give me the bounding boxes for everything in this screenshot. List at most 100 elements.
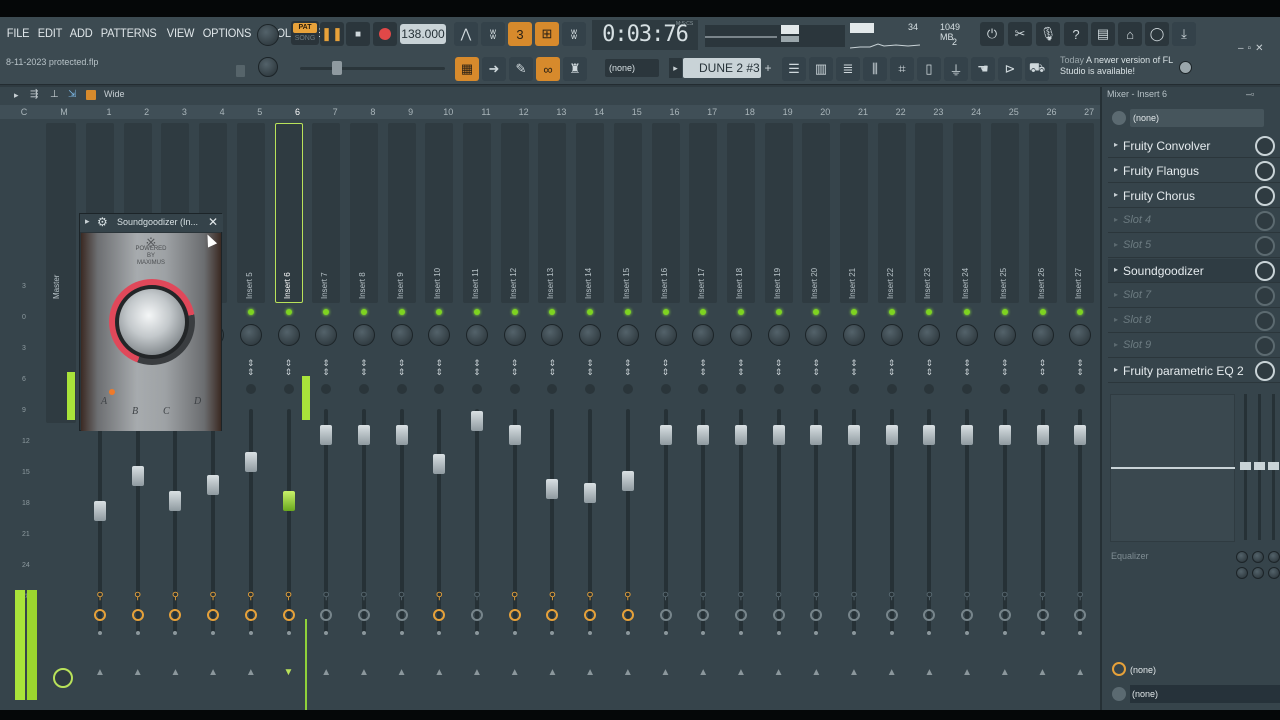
slot-mix-knob[interactable]: [1255, 136, 1275, 156]
stereo-separation-icon[interactable]: ⇕⇕: [773, 359, 785, 377]
record-arm-dot[interactable]: [550, 631, 555, 635]
stereo-separation-icon[interactable]: ⇕⇕: [1037, 359, 1049, 377]
insert-strip[interactable]: Insert 23 ⇕ ⇕ ⚲ ▲: [911, 119, 947, 710]
stereo-separation-icon[interactable]: ⇕⇕: [358, 359, 370, 377]
route-arrow-icon[interactable]: ▲: [1075, 668, 1085, 678]
route-arrow-icon[interactable]: ▲: [434, 668, 444, 678]
mixer-preset-label[interactable]: Wide: [104, 89, 125, 99]
track-number[interactable]: 18: [740, 107, 760, 117]
stereo-separation-icon[interactable]: ⇕⇕: [245, 359, 257, 377]
stereo-knob[interactable]: [660, 384, 671, 394]
pan-knob[interactable]: [1031, 324, 1054, 346]
plugin-mode-d[interactable]: D: [194, 396, 201, 407]
main-volume-knob[interactable]: [257, 24, 279, 46]
plugin-database-button[interactable]: ⌂: [1118, 22, 1142, 46]
channel-rack-button[interactable]: ▥: [809, 57, 833, 81]
strip-enable-led[interactable]: [587, 309, 594, 315]
record-arm-dot[interactable]: [625, 631, 630, 635]
stereo-separation-icon[interactable]: ⇕⇕: [320, 359, 332, 377]
fx-toggle[interactable]: [395, 609, 408, 621]
send-icon[interactable]: ⚲: [208, 591, 218, 603]
fx-slot[interactable]: ▸ Fruity parametric EQ 2: [1108, 359, 1280, 383]
record-button[interactable]: [373, 22, 397, 46]
fx-slot[interactable]: ▸ Slot 7: [1108, 284, 1280, 308]
fx-toggle[interactable]: [734, 609, 747, 621]
insert-strip[interactable]: Insert 12 ⇕ ⇕ ⚲ ▲: [497, 119, 533, 710]
pan-knob[interactable]: [390, 324, 413, 346]
track-number[interactable]: 19: [778, 107, 798, 117]
stereo-separation-icon[interactable]: ⇕⇕: [622, 359, 634, 377]
track-number[interactable]: 3: [174, 107, 194, 117]
eq-knob-1[interactable]: [1236, 551, 1248, 563]
track-number[interactable]: 8: [363, 107, 383, 117]
route-arrow-icon[interactable]: ▲: [924, 668, 934, 678]
record-arm-dot[interactable]: [98, 631, 102, 635]
arrow-tool-button[interactable]: ➜: [482, 57, 506, 81]
menu-file[interactable]: FILE: [4, 26, 32, 42]
track-number[interactable]: 12: [514, 107, 534, 117]
record-arm-dot[interactable]: [475, 631, 479, 635]
record-arm-dot[interactable]: [512, 631, 517, 635]
fx-slot[interactable]: ▸ Slot 4: [1108, 209, 1280, 233]
blend-notes-button[interactable]: ⊞: [535, 22, 559, 46]
strip-enable-led[interactable]: [323, 309, 330, 315]
stereo-separation-icon[interactable]: ⇕⇕: [886, 359, 898, 377]
eq-fader-1[interactable]: [1240, 462, 1251, 470]
record-arm-dot[interactable]: [776, 631, 781, 635]
route-arrow-icon[interactable]: ▲: [321, 668, 331, 678]
menu-patterns[interactable]: PATTERNS: [98, 26, 159, 42]
pan-knob[interactable]: [352, 324, 375, 346]
record-arm-dot[interactable]: [889, 631, 894, 635]
insert-strip[interactable]: Insert 19 ⇕ ⇕ ⚲ ▲: [761, 119, 797, 710]
pan-knob[interactable]: [1069, 324, 1092, 346]
stamp-button[interactable]: ♜: [563, 57, 587, 81]
strip-enable-led[interactable]: [737, 309, 744, 315]
insert-input-select[interactable]: (none): [1130, 109, 1264, 127]
fx-toggle[interactable]: [169, 609, 182, 621]
touch-keyboard-button[interactable]: ☚: [971, 57, 995, 81]
send-icon[interactable]: ⚲: [849, 591, 859, 603]
send-icon[interactable]: ⚲: [1038, 591, 1048, 603]
insert-strip[interactable]: Insert 16 ⇕ ⇕ ⚲ ▲: [648, 119, 684, 710]
fx-toggle[interactable]: [659, 609, 672, 621]
eq-fader-2[interactable]: [1254, 462, 1265, 470]
track-number[interactable]: 10: [438, 107, 458, 117]
track-number[interactable]: 1: [99, 107, 119, 117]
preset-icon[interactable]: [86, 90, 96, 100]
pan-knob[interactable]: [880, 324, 903, 346]
eq-knob-6[interactable]: [1268, 567, 1280, 579]
slot-mix-knob[interactable]: [1255, 186, 1275, 206]
slot-menu-arrow-icon[interactable]: ▸: [1114, 165, 1118, 174]
pan-knob[interactable]: [993, 324, 1016, 346]
stereo-knob[interactable]: [245, 384, 256, 394]
send-icon[interactable]: ⚲: [887, 591, 897, 603]
master-route-knob[interactable]: [53, 668, 73, 688]
route-arrow-icon[interactable]: ▲: [698, 668, 708, 678]
volume-fader[interactable]: [320, 425, 333, 446]
record-arm-dot[interactable]: [588, 631, 593, 635]
volume-fader[interactable]: [94, 501, 106, 522]
plugin-window[interactable]: ▸ ⚙ Soundgoodizer (In... ✕ ※ POWERED BY …: [79, 213, 223, 431]
volume-fader[interactable]: [282, 491, 295, 511]
slot-menu-arrow-icon[interactable]: ▸: [1114, 340, 1118, 349]
route-arrow-icon[interactable]: ▲: [472, 668, 482, 678]
track-number[interactable]: 13: [551, 107, 571, 117]
audio-input-button[interactable]: 🎙: [1036, 22, 1060, 46]
master-pitch-slider[interactable]: [300, 67, 445, 70]
route-arrow-icon[interactable]: ▲: [359, 668, 369, 678]
volume-fader[interactable]: [433, 454, 446, 475]
eq-knob-3[interactable]: [1268, 551, 1280, 563]
volume-fader[interactable]: [848, 425, 860, 446]
track-number[interactable]: 7: [325, 107, 345, 117]
browser-button[interactable]: ⌗: [890, 57, 914, 81]
eq-band-faders[interactable]: [1238, 394, 1280, 542]
insert-strip[interactable]: Insert 21 ⇕ ⇕ ⚲ ▲: [836, 119, 872, 710]
volume-fader[interactable]: [244, 452, 257, 473]
volume-fader[interactable]: [621, 470, 634, 491]
fx-toggle[interactable]: [584, 609, 597, 621]
pan-knob[interactable]: [956, 324, 979, 346]
track-number[interactable]: 25: [1004, 107, 1024, 117]
plugin-picker-button[interactable]: ⏚: [944, 57, 968, 81]
send-icon[interactable]: ⚲: [623, 591, 633, 603]
fx-slot[interactable]: ▸ Fruity Chorus: [1108, 184, 1280, 208]
